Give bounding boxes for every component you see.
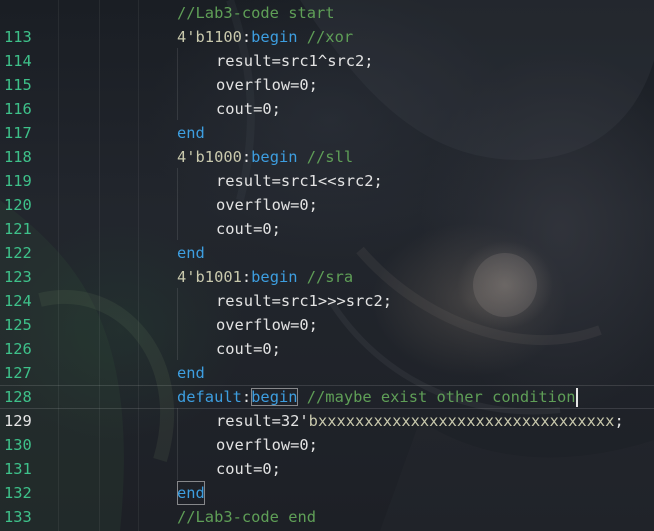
statement-token: cout=0;	[216, 340, 281, 358]
colon-token: :	[241, 148, 252, 166]
keyword-token: begin	[251, 268, 298, 286]
text-cursor	[576, 388, 579, 407]
colon-token: :	[241, 28, 252, 46]
literal-token: bxxxxxxxxxxxxxxxxxxxxxxxxxxxxxxxx	[308, 412, 615, 430]
code-line[interactable]: 126 overflow=0;	[0, 313, 654, 358]
keyword-token: default	[177, 388, 242, 406]
case-value-token: 4'b1000	[177, 148, 242, 166]
statement-token: cout=0;	[216, 100, 281, 118]
keyword-token: end	[177, 124, 205, 142]
code-line[interactable]: 134 //Lab3-code end	[0, 505, 654, 529]
statement-token: overflow=0;	[216, 76, 318, 94]
comment-token: //sra	[297, 268, 354, 286]
code-line[interactable]: 125 result=src1>>>src2;	[0, 289, 654, 334]
case-value-token: 4'b1100	[177, 28, 242, 46]
semicolon-token: ;	[614, 412, 624, 430]
statement-token: overflow=0;	[216, 196, 318, 214]
code-line[interactable]: 121 overflow=0;	[0, 193, 654, 238]
statement-token: result=src1>>>src2;	[216, 292, 393, 310]
code-line[interactable]: 133 end	[0, 481, 654, 526]
code-editor[interactable]: 113 //Lab3-code start 114 4'b1100:begin …	[0, 0, 654, 531]
comment-token: //maybe exist other condition	[297, 388, 576, 406]
code-line[interactable]: 116 overflow=0;	[0, 73, 654, 118]
comment-token: //sll	[297, 148, 354, 166]
code-line-active[interactable]: 129 default:begin //maybe exist other co…	[0, 385, 654, 430]
comment-token: //Lab3-code end	[177, 508, 316, 526]
code-line[interactable]: 132 cout=0;	[0, 457, 654, 502]
code-line[interactable]: 128 end	[0, 361, 654, 406]
colon-token: :	[241, 388, 252, 406]
keyword-token: begin	[251, 148, 298, 166]
statement-token: result=src1^src2;	[216, 52, 374, 70]
statement-token: cout=0;	[216, 220, 281, 238]
code-line[interactable]: 118 end	[0, 121, 654, 166]
keyword-token: begin	[251, 28, 298, 46]
comment-token: //Lab3-code start	[177, 4, 335, 22]
code-content: 4'b1100:begin //xor	[177, 25, 353, 49]
code-content: //Lab3-code start	[177, 1, 335, 25]
keyword-token: end	[177, 364, 205, 382]
statement-token: overflow=0;	[216, 436, 318, 454]
code-content: 4'b1000:begin //sll	[177, 145, 353, 169]
statement-token: result=src1<<src2;	[216, 172, 383, 190]
code-content: default:begin //maybe exist other condit…	[177, 385, 579, 409]
code-line[interactable]: 123 end	[0, 241, 654, 286]
code-line[interactable]: 120 result=src1<<src2;	[0, 169, 654, 214]
keyword-token: end	[177, 244, 205, 262]
statement-token: result=32'	[216, 412, 309, 430]
code-line[interactable]: 130 result=32'bxxxxxxxxxxxxxxxxxxxxxxxxx…	[0, 409, 654, 454]
comment-token: //xor	[297, 28, 354, 46]
statement-token: cout=0;	[216, 460, 281, 478]
code-line[interactable]: 115 result=src1^src2;	[0, 49, 654, 94]
code-content: //Lab3-code end	[177, 505, 316, 529]
code-line[interactable]: 124 4'b1001:begin //sra	[0, 265, 654, 310]
matched-keyword-token: end	[177, 481, 205, 505]
code-content: 4'b1001:begin //sra	[177, 265, 353, 289]
code-line[interactable]: 119 4'b1000:begin //sll	[0, 145, 654, 190]
code-line[interactable]: 127 cout=0;	[0, 337, 654, 382]
code-line[interactable]: 117 cout=0;	[0, 97, 654, 142]
case-value-token: 4'b1001	[177, 268, 242, 286]
code-line[interactable]: 131 overflow=0;	[0, 433, 654, 478]
statement-token: overflow=0;	[216, 316, 318, 334]
code-line[interactable]: 113 //Lab3-code start	[0, 1, 654, 46]
colon-token: :	[241, 268, 252, 286]
code-content: result=32'bxxxxxxxxxxxxxxxxxxxxxxxxxxxxx…	[216, 409, 624, 433]
code-line[interactable]: 122 cout=0;	[0, 217, 654, 262]
matched-keyword-token: begin	[251, 388, 298, 406]
code-line[interactable]: 114 4'b1100:begin //xor	[0, 25, 654, 70]
